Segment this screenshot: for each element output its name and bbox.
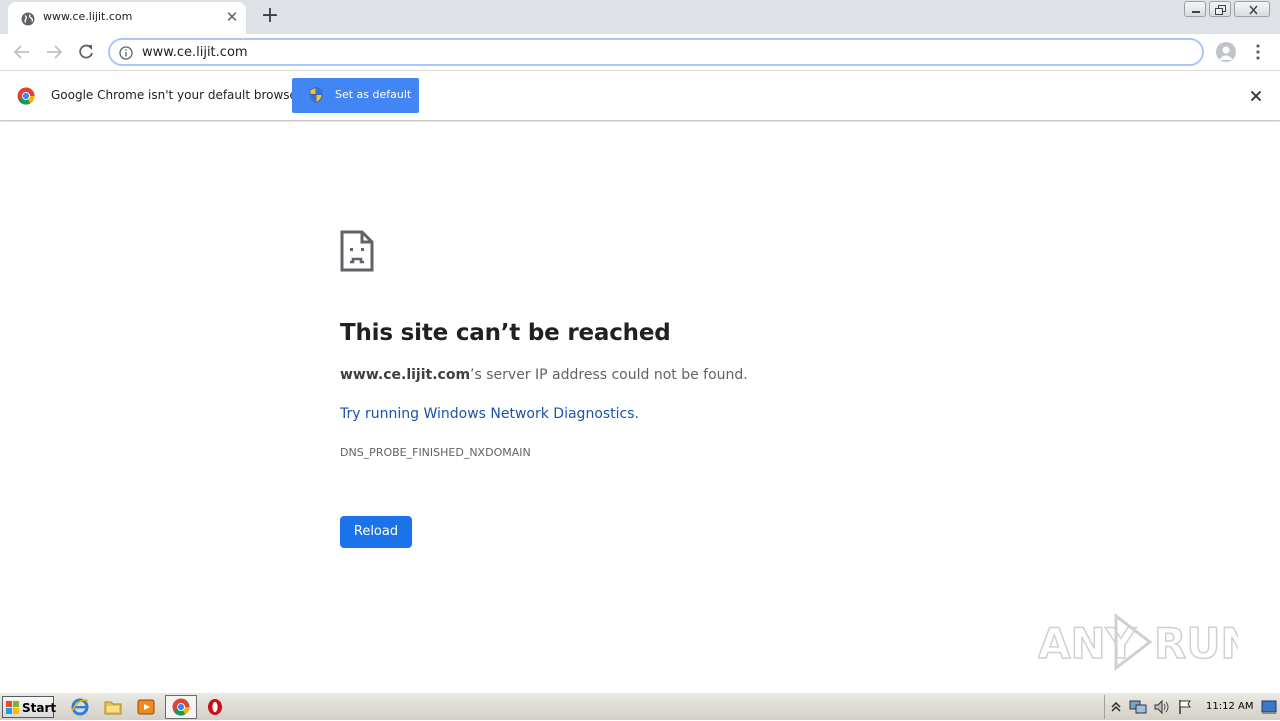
minimize-icon[interactable] xyxy=(1184,1,1206,17)
start-button[interactable]: Start xyxy=(2,696,57,719)
volume-icon[interactable] xyxy=(1153,699,1171,719)
system-tray xyxy=(1104,695,1280,719)
tab-title: www.ce.lijit.com xyxy=(43,10,133,23)
taskbar: Start 11:12 AM xyxy=(0,692,1280,720)
watermark-text-any: ANY xyxy=(1038,619,1137,668)
ie-icon[interactable] xyxy=(70,697,90,717)
opera-icon[interactable] xyxy=(205,697,225,717)
close-icon[interactable] xyxy=(1248,88,1264,104)
url-text[interactable]: www.ce.lijit.com xyxy=(142,45,248,60)
shield-icon xyxy=(309,87,323,107)
error-description-text: ’s server IP address could not be found. xyxy=(470,367,748,383)
clock[interactable]: 11:12 AM xyxy=(1206,701,1253,712)
tab-strip: www.ce.lijit.com ✕ + xyxy=(0,0,1280,34)
toolbar: www.ce.lijit.com xyxy=(0,34,1280,71)
error-code: DNS_PROBE_FINISHED_NXDOMAIN xyxy=(340,446,531,459)
address-bar[interactable]: www.ce.lijit.com xyxy=(108,38,1204,66)
media-player-icon[interactable] xyxy=(136,697,156,717)
set-as-default-button[interactable]: Set as default xyxy=(292,78,419,113)
infobar-message: Google Chrome isn't your default browser xyxy=(51,88,302,102)
forward-icon[interactable] xyxy=(42,41,66,63)
action-center-flag-icon[interactable] xyxy=(1177,699,1193,719)
browser-tab[interactable]: www.ce.lijit.com ✕ xyxy=(8,2,246,34)
back-icon[interactable] xyxy=(10,41,34,63)
sad-document-icon xyxy=(340,230,374,276)
network-diagnostics-link[interactable]: Try running Windows Network Diagnostics. xyxy=(340,406,639,422)
start-label: Start xyxy=(22,701,57,715)
windows-flag-icon xyxy=(6,700,20,719)
restore-icon[interactable] xyxy=(1209,1,1231,17)
error-host: www.ce.lijit.com xyxy=(340,367,471,383)
chrome-taskbar-button[interactable] xyxy=(165,695,197,719)
set-as-default-label: Set as default xyxy=(335,88,412,101)
menu-icon[interactable] xyxy=(1250,42,1266,62)
default-browser-infobar: Google Chrome isn't your default browser… xyxy=(0,71,1280,121)
chrome-icon xyxy=(172,698,190,720)
show-hidden-icons-icon[interactable] xyxy=(1111,699,1121,718)
error-title: This site can’t be reached xyxy=(340,320,671,346)
network-icon[interactable] xyxy=(1129,699,1147,719)
info-icon[interactable] xyxy=(119,45,133,64)
error-description: www.ce.lijit.com’s server IP address cou… xyxy=(340,367,748,383)
reload-icon[interactable] xyxy=(74,41,98,63)
reload-button[interactable]: Reload xyxy=(340,516,412,548)
watermark-text-run: RUN xyxy=(1154,619,1238,668)
error-page: This site can’t be reached www.ce.lijit.… xyxy=(0,122,1280,692)
new-tab-icon[interactable]: + xyxy=(258,5,282,29)
globe-icon xyxy=(21,11,35,26)
profile-icon[interactable] xyxy=(1216,42,1236,62)
chrome-logo-icon xyxy=(17,87,35,109)
show-desktop-icon[interactable] xyxy=(1261,699,1277,719)
close-icon[interactable]: ✕ xyxy=(224,9,240,25)
window-close-icon[interactable] xyxy=(1234,1,1270,17)
anyrun-watermark: ANY RUN xyxy=(1037,610,1256,678)
folder-icon[interactable] xyxy=(103,697,123,717)
